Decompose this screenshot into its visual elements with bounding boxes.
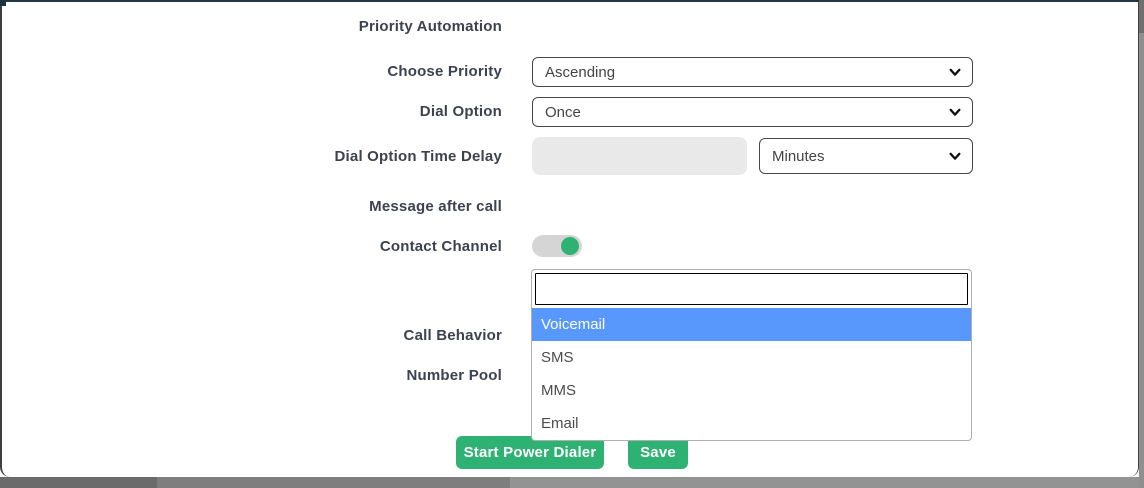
toggle-knob xyxy=(561,237,579,255)
message-after-call-label: Message after call xyxy=(369,198,502,215)
choose-priority-label: Choose Priority xyxy=(387,63,502,80)
time-delay-unit-value: Minutes xyxy=(772,147,825,165)
dial-option-label: Dial Option xyxy=(419,103,502,120)
dial-option-select[interactable]: Once xyxy=(532,97,973,127)
dropdown-option-sms[interactable]: SMS xyxy=(532,341,971,374)
chevron-down-icon xyxy=(948,65,962,79)
horizontal-scrollbar-thumb[interactable] xyxy=(0,477,510,488)
chevron-down-icon xyxy=(948,105,962,119)
time-delay-unit-select[interactable]: Minutes xyxy=(759,138,973,174)
chevron-down-icon xyxy=(948,149,962,163)
vertical-scrollbar[interactable] xyxy=(1139,0,1144,488)
dropdown-option-voicemail[interactable]: Voicemail xyxy=(532,308,971,341)
vertical-scrollbar-thumb[interactable] xyxy=(1139,0,1144,33)
choose-priority-select[interactable]: Ascending xyxy=(532,57,973,87)
dial-option-value: Once xyxy=(545,103,581,121)
call-behavior-label: Call Behavior xyxy=(403,327,502,344)
dropdown-option-mms[interactable]: MMS xyxy=(532,374,971,407)
priority-automation-panel: Priority Automation Choose Priority Dial… xyxy=(0,0,1139,477)
dropdown-option-email[interactable]: Email xyxy=(532,407,971,440)
contact-channel-dropdown: Voicemail SMS MMS Email xyxy=(531,269,972,441)
dial-option-time-delay-input[interactable] xyxy=(532,137,747,175)
section-title: Priority Automation xyxy=(358,18,502,35)
number-pool-label: Number Pool xyxy=(406,367,502,384)
horizontal-scrollbar[interactable] xyxy=(0,477,1144,488)
horizontal-scrollbar-thumb-dark xyxy=(0,477,157,488)
corner-accent xyxy=(0,0,6,6)
contact-channel-toggle[interactable] xyxy=(532,235,582,257)
dial-option-time-delay-label: Dial Option Time Delay xyxy=(334,148,502,165)
choose-priority-value: Ascending xyxy=(545,63,616,81)
contact-channel-label: Contact Channel xyxy=(379,238,502,255)
dropdown-search-input[interactable] xyxy=(535,273,968,305)
